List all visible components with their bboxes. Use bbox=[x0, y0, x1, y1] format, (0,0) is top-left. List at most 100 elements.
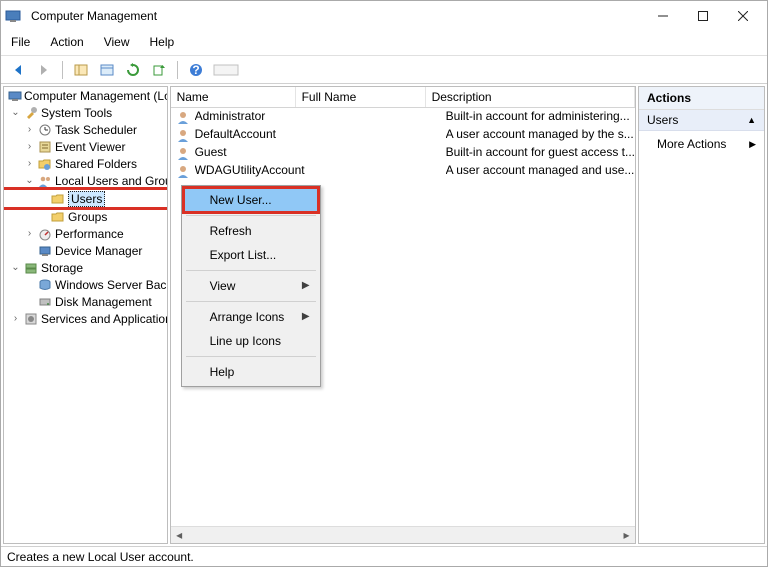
event-icon bbox=[37, 139, 53, 155]
device-icon bbox=[37, 243, 53, 259]
tree-users-label: Users bbox=[68, 191, 105, 207]
tree-groups[interactable]: Groups bbox=[4, 208, 168, 225]
list-row[interactable]: AdministratorBuilt-in account for admini… bbox=[171, 108, 635, 126]
title-bar: Computer Management bbox=[1, 1, 767, 31]
collapse-icon[interactable]: ⌄ bbox=[10, 107, 21, 118]
toolbar-separator bbox=[62, 61, 63, 79]
column-name[interactable]: Name bbox=[171, 87, 296, 107]
list-header: Name Full Name Description bbox=[171, 87, 635, 108]
list-body: AdministratorBuilt-in account for admini… bbox=[171, 108, 635, 180]
collapse-icon: ▲ bbox=[747, 115, 756, 125]
user-icon bbox=[175, 163, 191, 179]
clock-icon bbox=[37, 122, 53, 138]
menu-separator bbox=[186, 356, 316, 357]
tree-local-users-groups[interactable]: ⌄ Local Users and Groups bbox=[4, 172, 168, 189]
column-description[interactable]: Description bbox=[426, 87, 635, 107]
tree-storage[interactable]: ⌄ Storage bbox=[4, 259, 168, 276]
performance-icon bbox=[37, 226, 53, 242]
menu-bar: File Action View Help bbox=[1, 31, 767, 56]
menu-export-list[interactable]: Export List... bbox=[184, 243, 318, 267]
folder-icon bbox=[50, 191, 66, 207]
collapse-icon[interactable]: ⌄ bbox=[10, 262, 21, 273]
horizontal-scrollbar[interactable]: ◂ ▸ bbox=[171, 526, 635, 543]
tools-icon bbox=[23, 105, 39, 121]
computer-icon bbox=[8, 88, 22, 104]
shared-folder-icon bbox=[37, 156, 53, 172]
column-fullname[interactable]: Full Name bbox=[296, 87, 426, 107]
context-menu: New User... Refresh Export List... View▶… bbox=[181, 185, 321, 387]
list-row[interactable]: GuestBuilt-in account for guest access t… bbox=[171, 144, 635, 162]
expand-icon[interactable]: › bbox=[24, 228, 35, 239]
minimize-button[interactable] bbox=[643, 2, 683, 30]
tree-shared-folders[interactable]: › Shared Folders bbox=[4, 155, 168, 172]
submenu-arrow-icon: ▶ bbox=[749, 139, 756, 150]
menu-view[interactable]: View▶ bbox=[184, 274, 318, 298]
list-row[interactable]: DefaultAccountA user account managed by … bbox=[171, 126, 635, 144]
menu-lineup-icons[interactable]: Line up Icons bbox=[184, 329, 318, 353]
maximize-button[interactable] bbox=[683, 2, 723, 30]
toolbar: ? bbox=[1, 56, 767, 84]
toolbar-separator bbox=[177, 61, 178, 79]
menu-arrange-icons[interactable]: Arrange Icons▶ bbox=[184, 305, 318, 329]
menu-separator bbox=[186, 301, 316, 302]
tree-users[interactable]: Users bbox=[4, 190, 168, 207]
tree-system-tools[interactable]: ⌄ System Tools bbox=[4, 104, 168, 121]
export-button[interactable] bbox=[148, 59, 170, 81]
collapse-icon[interactable]: ⌄ bbox=[24, 175, 35, 186]
show-hide-tree-button[interactable] bbox=[70, 59, 92, 81]
menu-refresh[interactable]: Refresh bbox=[184, 219, 318, 243]
disk-icon bbox=[37, 294, 53, 310]
actions-more[interactable]: More Actions ▶ bbox=[639, 131, 764, 157]
storage-icon bbox=[23, 260, 39, 276]
tree-performance[interactable]: › Performance bbox=[4, 225, 168, 242]
folder-icon bbox=[50, 209, 66, 225]
properties-button[interactable] bbox=[96, 59, 118, 81]
menu-file[interactable]: File bbox=[9, 33, 32, 51]
back-button[interactable] bbox=[7, 59, 29, 81]
close-button[interactable] bbox=[723, 2, 763, 30]
actions-header: Actions bbox=[639, 87, 764, 110]
tree-services-applications[interactable]: › Services and Applications bbox=[4, 310, 168, 327]
expand-icon[interactable]: › bbox=[24, 141, 35, 152]
actions-pane: Actions Users ▲ More Actions ▶ bbox=[638, 86, 765, 544]
menu-action[interactable]: Action bbox=[48, 33, 85, 51]
tree-task-scheduler[interactable]: › Task Scheduler bbox=[4, 121, 168, 138]
submenu-arrow-icon: ▶ bbox=[302, 311, 310, 322]
window-title: Computer Management bbox=[27, 9, 643, 23]
toolbar-extra-button[interactable] bbox=[211, 59, 241, 81]
tree-windows-server-backup[interactable]: Windows Server Backup bbox=[4, 276, 168, 293]
scroll-right-icon[interactable]: ▸ bbox=[618, 527, 635, 543]
users-icon bbox=[37, 173, 53, 189]
refresh-button[interactable] bbox=[122, 59, 144, 81]
main-area: Computer Management (Local) ⌄ System Too… bbox=[1, 84, 767, 546]
tree-disk-management[interactable]: Disk Management bbox=[4, 293, 168, 310]
app-icon bbox=[5, 8, 21, 24]
actions-sub-header[interactable]: Users ▲ bbox=[639, 110, 764, 131]
tree-device-manager[interactable]: Device Manager bbox=[4, 242, 168, 259]
submenu-arrow-icon: ▶ bbox=[302, 280, 310, 291]
menu-new-user[interactable]: New User... bbox=[184, 188, 318, 212]
menu-view[interactable]: View bbox=[102, 33, 132, 51]
scroll-left-icon[interactable]: ◂ bbox=[171, 527, 188, 543]
user-icon bbox=[175, 109, 191, 125]
user-icon bbox=[175, 127, 191, 143]
services-icon bbox=[23, 311, 39, 327]
menu-separator bbox=[186, 270, 316, 271]
list-row[interactable]: WDAGUtilityAccountA user account managed… bbox=[171, 162, 635, 180]
menu-help[interactable]: Help bbox=[184, 360, 318, 384]
user-icon bbox=[175, 145, 191, 161]
status-bar: Creates a new Local User account. bbox=[1, 546, 767, 566]
forward-button[interactable] bbox=[33, 59, 55, 81]
backup-icon bbox=[37, 277, 53, 293]
expand-icon[interactable]: › bbox=[24, 158, 35, 169]
expand-icon[interactable]: › bbox=[24, 124, 35, 135]
expand-icon[interactable]: › bbox=[10, 313, 21, 324]
nav-tree[interactable]: Computer Management (Local) ⌄ System Too… bbox=[3, 86, 168, 544]
user-list[interactable]: Name Full Name Description Administrator… bbox=[170, 86, 636, 544]
menu-separator bbox=[186, 215, 316, 216]
tree-event-viewer[interactable]: › Event Viewer bbox=[4, 138, 168, 155]
tree-root[interactable]: Computer Management (Local) bbox=[4, 87, 168, 104]
svg-text:?: ? bbox=[192, 63, 199, 77]
menu-help[interactable]: Help bbox=[148, 33, 177, 51]
help-button[interactable]: ? bbox=[185, 59, 207, 81]
